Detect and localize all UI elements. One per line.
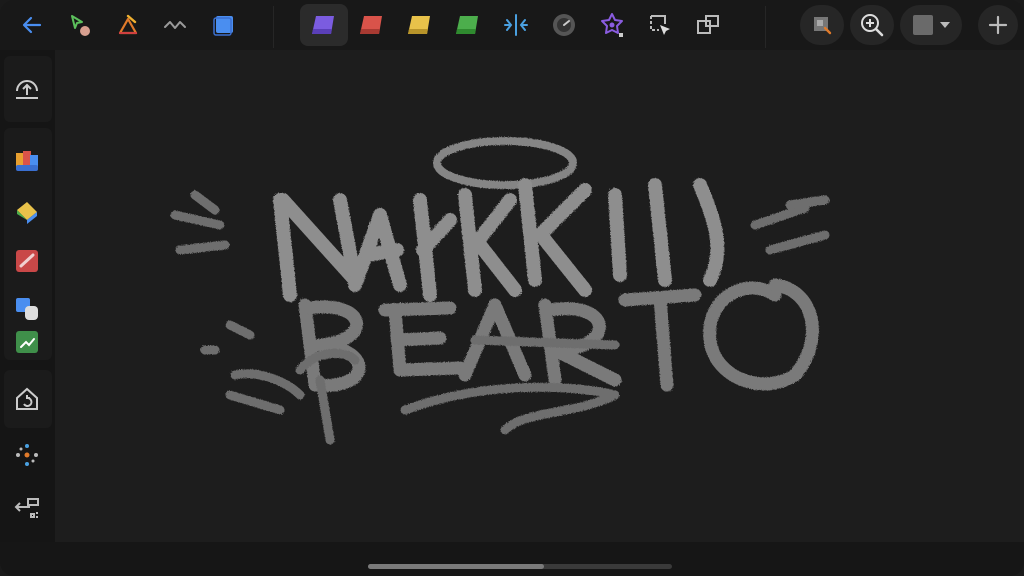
select-lasso-icon [71, 15, 90, 36]
layer-move-button[interactable] [8, 490, 46, 528]
color-cube-button[interactable] [8, 142, 46, 180]
graffiti-tag-drawing [170, 137, 830, 445]
back-arrow-icon [22, 16, 42, 34]
reference-image-icon [814, 17, 832, 35]
bottom-bar [0, 542, 1024, 576]
toolbar-divider [273, 6, 274, 48]
home-rotate-icon [16, 387, 38, 410]
toolbar-divider [765, 6, 766, 48]
purple-eraser-button[interactable] [300, 4, 348, 46]
scroll-handle[interactable] [368, 564, 672, 569]
symmetry-button[interactable] [492, 4, 540, 46]
sparkle-dots-icon [16, 444, 38, 466]
star-shape-button[interactable] [588, 4, 636, 46]
color-cube-icon [16, 151, 38, 171]
dial-button[interactable] [540, 4, 588, 46]
drawing-app [0, 0, 1024, 576]
green-chart-icon [16, 331, 38, 353]
scroll-handle-fill [368, 564, 545, 569]
add-icon [988, 15, 1008, 35]
top-toolbar [0, 0, 1024, 50]
drawing-canvas[interactable] [55, 50, 1024, 542]
toolbar-right-group [800, 0, 1018, 50]
color-swatch-icon [913, 15, 933, 35]
layer-move-icon [14, 498, 39, 518]
toolbar-left-group [8, 0, 248, 50]
stroke-tool-button[interactable] [152, 4, 200, 46]
select-tool-button[interactable] [56, 4, 104, 46]
zoom-button[interactable] [850, 5, 894, 45]
chevron-down-icon [940, 22, 950, 28]
star-shape-icon [601, 13, 623, 37]
shape-stack-icon [16, 298, 38, 320]
crop-cursor-icon [650, 15, 670, 35]
left-sidebar [0, 50, 55, 542]
layer-square-icon [213, 16, 233, 36]
upload-button[interactable] [8, 70, 46, 108]
upload-icon [16, 80, 38, 99]
toolbar-center-group [300, 0, 732, 50]
red-eraser-icon [360, 16, 382, 34]
green-eraser-icon [456, 16, 478, 34]
zoom-in-icon [861, 14, 884, 37]
add-button[interactable] [978, 5, 1018, 45]
fill-bucket-button[interactable] [8, 193, 46, 231]
brush-stroke-button[interactable] [8, 242, 46, 280]
color-swatch-button[interactable] [900, 5, 962, 45]
frames-icon [697, 15, 719, 34]
transform-icon [118, 14, 138, 35]
brush-stroke-icon [16, 250, 38, 272]
red-eraser-button[interactable] [348, 4, 396, 46]
home-rotate-button[interactable] [8, 380, 46, 418]
purple-eraser-icon [312, 16, 334, 34]
crop-button[interactable] [636, 4, 684, 46]
fill-bucket-icon [17, 202, 37, 224]
layer-tool-button[interactable] [200, 4, 248, 46]
reference-image-button[interactable] [800, 5, 844, 45]
transform-tool-button[interactable] [104, 4, 152, 46]
symmetry-icon [504, 14, 528, 36]
sparkle-dots-button[interactable] [8, 436, 46, 474]
back-button[interactable] [8, 4, 56, 46]
chart-button[interactable] [8, 323, 46, 361]
frames-button[interactable] [684, 4, 732, 46]
dial-icon [553, 14, 575, 36]
yellow-eraser-button[interactable] [396, 4, 444, 46]
green-eraser-button[interactable] [444, 4, 492, 46]
stroke-wave-icon [164, 21, 186, 29]
yellow-eraser-icon [408, 16, 430, 34]
